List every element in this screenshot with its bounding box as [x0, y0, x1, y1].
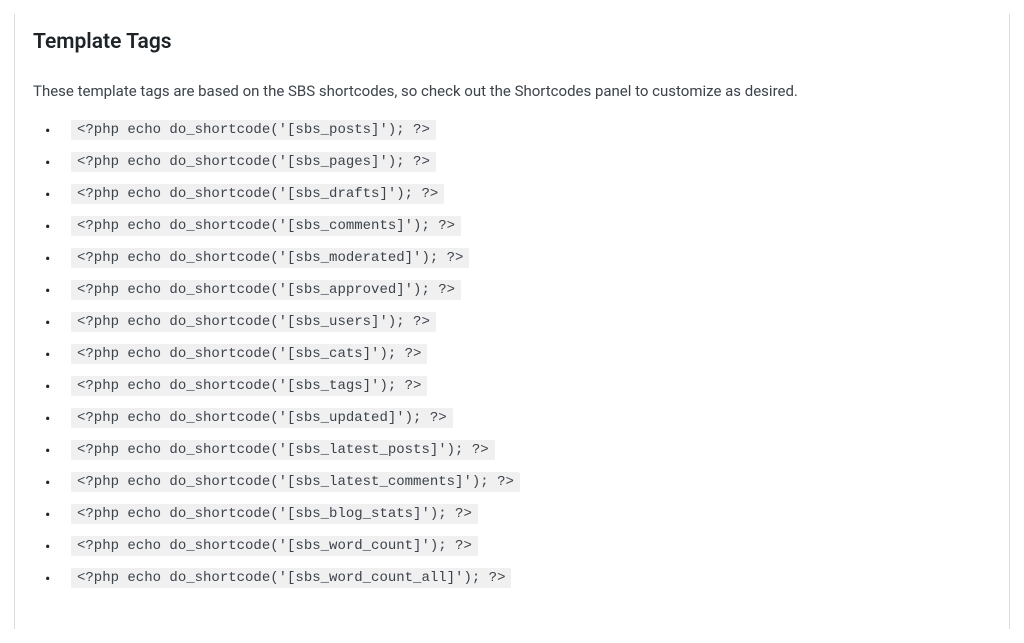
- code-tag: <?php echo do_shortcode('[sbs_drafts]');…: [71, 184, 444, 204]
- list-item: <?php echo do_shortcode('[sbs_users]'); …: [35, 311, 991, 333]
- list-item: <?php echo do_shortcode('[sbs_updated]')…: [35, 407, 991, 429]
- code-tag: <?php echo do_shortcode('[sbs_latest_com…: [71, 472, 520, 492]
- template-tags-list: <?php echo do_shortcode('[sbs_posts]'); …: [35, 119, 991, 589]
- code-tag: <?php echo do_shortcode('[sbs_latest_pos…: [71, 440, 495, 460]
- list-item: <?php echo do_shortcode('[sbs_latest_pos…: [35, 439, 991, 461]
- panel-heading: Template Tags: [33, 30, 991, 54]
- list-item: <?php echo do_shortcode('[sbs_posts]'); …: [35, 119, 991, 141]
- code-tag: <?php echo do_shortcode('[sbs_pages]'); …: [71, 152, 436, 172]
- code-tag: <?php echo do_shortcode('[sbs_approved]'…: [71, 280, 461, 300]
- list-item: <?php echo do_shortcode('[sbs_comments]'…: [35, 215, 991, 237]
- list-item: <?php echo do_shortcode('[sbs_latest_com…: [35, 471, 991, 493]
- code-tag: <?php echo do_shortcode('[sbs_moderated]…: [71, 248, 469, 268]
- list-item: <?php echo do_shortcode('[sbs_moderated]…: [35, 247, 991, 269]
- list-item: <?php echo do_shortcode('[sbs_pages]'); …: [35, 151, 991, 173]
- list-item: <?php echo do_shortcode('[sbs_word_count…: [35, 535, 991, 557]
- list-item: <?php echo do_shortcode('[sbs_approved]'…: [35, 279, 991, 301]
- code-tag: <?php echo do_shortcode('[sbs_updated]')…: [71, 408, 453, 428]
- code-tag: <?php echo do_shortcode('[sbs_tags]'); ?…: [71, 376, 427, 396]
- list-item: <?php echo do_shortcode('[sbs_blog_stats…: [35, 503, 991, 525]
- code-tag: <?php echo do_shortcode('[sbs_cats]'); ?…: [71, 344, 427, 364]
- list-item: <?php echo do_shortcode('[sbs_tags]'); ?…: [35, 375, 991, 397]
- panel-description: These template tags are based on the SBS…: [33, 80, 991, 103]
- list-item: <?php echo do_shortcode('[sbs_drafts]');…: [35, 183, 991, 205]
- code-tag: <?php echo do_shortcode('[sbs_users]'); …: [71, 312, 436, 332]
- list-item: <?php echo do_shortcode('[sbs_cats]'); ?…: [35, 343, 991, 365]
- code-tag: <?php echo do_shortcode('[sbs_comments]'…: [71, 216, 461, 236]
- code-tag: <?php echo do_shortcode('[sbs_posts]'); …: [71, 120, 436, 140]
- code-tag: <?php echo do_shortcode('[sbs_word_count…: [71, 536, 478, 556]
- template-tags-panel: Template Tags These template tags are ba…: [14, 14, 1010, 629]
- code-tag: <?php echo do_shortcode('[sbs_blog_stats…: [71, 504, 478, 524]
